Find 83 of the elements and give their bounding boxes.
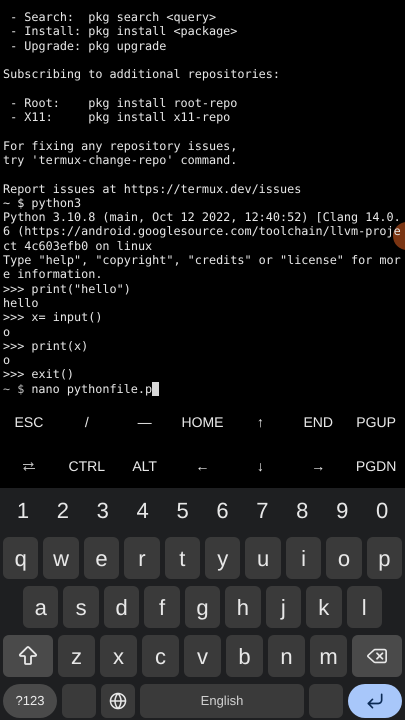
extra-key[interactable]: CTRL [58,444,116,488]
letter-key[interactable]: g [184,586,220,628]
terminal-line: Python 3.10.8 (main, Oct 12 2022, 12:40:52) [Clang 14.0. [3,210,401,224]
letter-key[interactable]: h [225,586,261,628]
tab-icon [22,462,35,470]
terminal-line: For fixing any repository issues, [3,138,238,153]
number-key[interactable]: 9 [322,490,362,530]
extra-key[interactable]: END [289,400,348,444]
symbols-key[interactable]: ?123 [3,684,57,718]
space-key[interactable]: English [140,684,304,718]
shift-key[interactable] [3,635,53,677]
terminal-line: o [3,324,10,339]
extra-key[interactable]: PGDN [347,444,405,488]
letter-key[interactable]: n [268,635,305,677]
terminal-line: try 'termux-change-repo' command. [3,152,238,167]
terminal-line: Type "help", "copyright", "credits" or "license" for mor [3,253,401,268]
letter-key[interactable]: v [184,635,221,677]
terminal-line: - Search: pkg search <query> [9,10,216,24]
terminal-line: ~ $ python3 [3,196,82,210]
language-key[interactable] [101,684,135,718]
letter-key[interactable]: s [63,586,99,628]
command-input[interactable]: nano pythonfile.p [31,382,152,396]
letter-key[interactable]: p [366,537,402,579]
extra-key[interactable]: → [289,444,348,488]
extra-key[interactable]: ESC [0,400,58,444]
backspace-key[interactable] [352,635,402,677]
letter-key[interactable]: m [310,635,347,677]
letter-key[interactable]: l [346,586,382,628]
letter-key[interactable]: e [84,537,120,579]
extra-key[interactable]: ↓ [231,444,290,488]
letter-key[interactable]: c [142,635,179,677]
letter-key[interactable]: i [286,537,322,579]
extra-key[interactable]: ↑ [231,400,290,444]
letter-key[interactable]: a [23,586,58,628]
number-key[interactable]: 0 [362,490,402,530]
letter-key[interactable]: j [266,586,302,628]
letter-key[interactable]: o [326,537,362,579]
letter-key[interactable]: k [306,586,342,628]
terminal-line: ct 4c603efb0 on linux [3,238,152,253]
number-key[interactable]: 6 [202,490,242,530]
number-key[interactable]: 5 [162,490,203,530]
extra-key[interactable]: ALT [116,444,174,488]
number-key[interactable]: 8 [282,490,322,530]
number-key[interactable]: 7 [242,490,282,530]
letter-key[interactable]: x [100,635,137,677]
terminal-line: - X11: pkg install x11-repo [9,110,230,124]
terminal-line: >>> print(x) [3,338,88,353]
terminal-line: - Upgrade: pkg upgrade [9,38,166,53]
globe-icon [109,692,127,710]
letter-key[interactable]: u [245,537,281,579]
terminal-line: >>> print("hello") [3,282,131,296]
terminal-line: o [3,353,10,368]
letter-key[interactable]: q [3,537,38,579]
terminal-line: hello [3,296,39,310]
terminal-line: >>> x= input() [3,310,102,324]
letter-key[interactable]: w [43,537,79,579]
letter-key[interactable]: r [124,537,160,579]
number-key[interactable]: 4 [122,490,163,530]
terminal-line: Subscribing to additional repositories: [3,67,280,82]
shift-icon [16,644,40,668]
terminal-line: Report issues at https://termux.dev/issues [3,182,302,196]
extra-key[interactable]: / [58,400,116,444]
number-key[interactable]: 1 [3,490,43,530]
letter-key[interactable]: z [58,635,95,677]
terminal-line: - Install: pkg install <package> [9,24,238,38]
number-key[interactable]: 2 [42,490,83,530]
extra-key[interactable]: ← [174,444,232,488]
enter-key[interactable] [348,684,402,718]
terminal-line: >>> exit() [3,367,74,382]
extra-key[interactable]: HOME [174,400,232,444]
letter-key[interactable]: t [164,537,200,579]
letter-key[interactable]: y [205,537,240,579]
extra-key[interactable]: PGUP [347,400,405,444]
letter-key[interactable]: f [144,586,180,628]
extra-key[interactable]: — [116,400,174,444]
terminal-line: - Root: pkg install root-repo [9,96,238,110]
shell-prompt: ~ $ [3,382,24,396]
letter-key[interactable]: b [226,635,263,677]
terminal-line: e information. [3,267,102,282]
number-key[interactable]: 3 [82,490,123,530]
enter-icon [365,691,385,711]
terminal-line: 6 (https://android.googlesource.com/toolchain/llvm-proje [3,224,401,238]
letter-key[interactable]: d [104,586,140,628]
